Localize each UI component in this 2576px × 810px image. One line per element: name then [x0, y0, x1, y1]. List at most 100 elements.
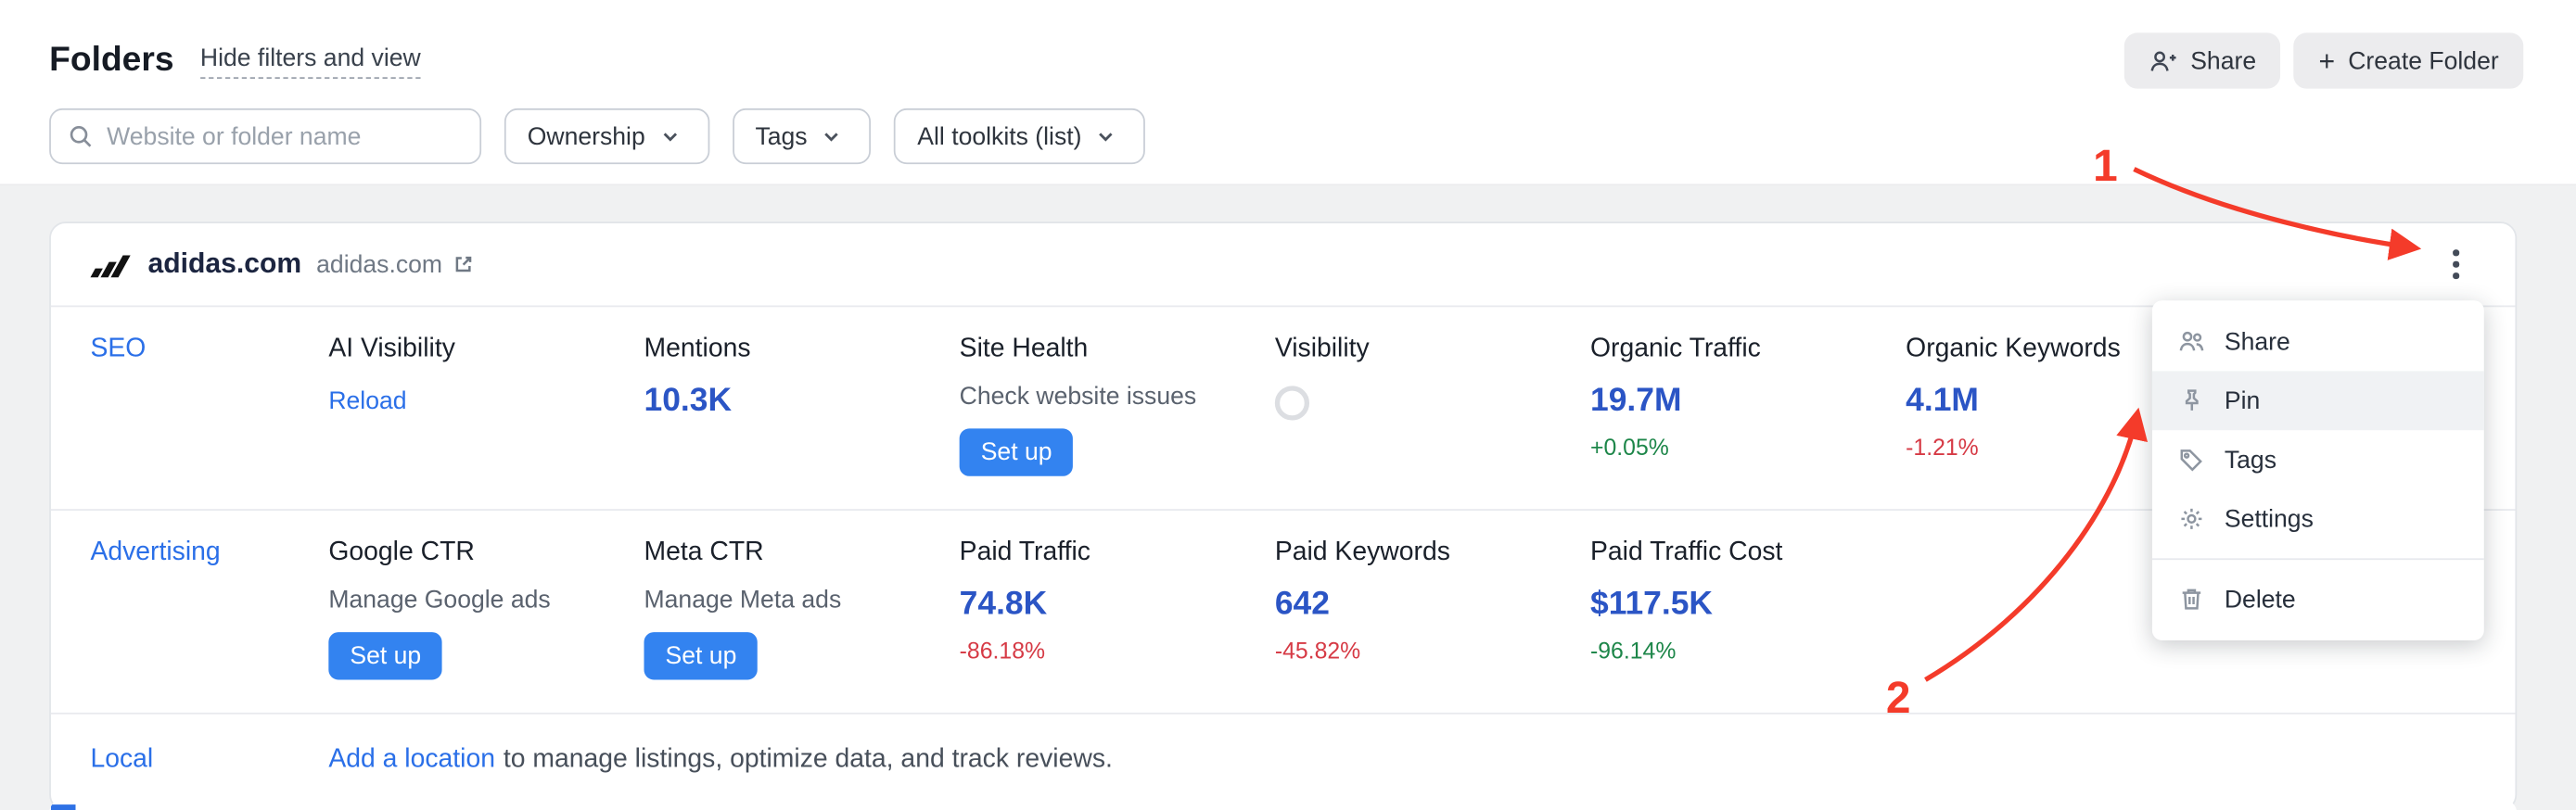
folders-page: Folders Hide filters and view Share +: [0, 0, 2576, 810]
paid-keywords-value[interactable]: 642: [1275, 585, 1330, 625]
create-folder-button[interactable]: + Create Folder: [2294, 32, 2523, 88]
menu-item-tags[interactable]: Tags: [2152, 430, 2484, 489]
metric-site-health: Site Health Check website issues Set up: [960, 334, 1275, 476]
paid-traffic-cost-value[interactable]: $117.5K: [1590, 585, 1713, 625]
share-button[interactable]: Share: [2124, 32, 2280, 88]
create-folder-label: Create Folder: [2348, 46, 2498, 74]
adidas-logo-icon: [90, 251, 131, 277]
hide-filters-link[interactable]: Hide filters and view: [200, 43, 421, 79]
metric-label: Visibility: [1275, 334, 1370, 366]
metric-paid-keywords: Paid Keywords 642 -45.82%: [1275, 537, 1590, 679]
organic-keywords-value[interactable]: 4.1M: [1906, 381, 1979, 421]
menu-item-settings[interactable]: Settings: [2152, 489, 2484, 549]
chevron-down-icon: [823, 126, 848, 146]
metric-label: Meta CTR: [644, 537, 763, 569]
folder-domain-link[interactable]: adidas.com: [316, 250, 478, 278]
metric-label: Site Health: [960, 334, 1089, 366]
metric-ai-visibility: AI Visibility Reload: [328, 334, 644, 476]
reload-link[interactable]: Reload: [328, 387, 406, 415]
organic-traffic-delta: +0.05%: [1590, 434, 1669, 462]
trash-icon: [2178, 586, 2204, 612]
next-folder-card-edge: [49, 800, 2517, 810]
share-button-label: Share: [2190, 46, 2256, 74]
menu-item-label: Delete: [2225, 586, 2296, 614]
metric-paid-traffic: Paid Traffic 74.8K -86.18%: [960, 537, 1275, 679]
mentions-value[interactable]: 10.3K: [644, 381, 732, 421]
folder-card: adidas.com adidas.com SEO: [49, 221, 2517, 810]
site-health-note: Check website issues: [960, 381, 1197, 412]
organic-traffic-value[interactable]: 19.7M: [1590, 381, 1681, 421]
person-plus-icon: [2149, 48, 2177, 73]
menu-item-share[interactable]: Share: [2152, 312, 2484, 372]
folder-context-menu: Share Pin Tags: [2152, 300, 2484, 640]
tags-filter[interactable]: Tags: [733, 108, 872, 164]
meta-ctr-note: Manage Meta ads: [644, 585, 841, 616]
local-description: Add a location to manage listings, optimi…: [328, 744, 2515, 777]
metric-label: Organic Traffic: [1590, 334, 1761, 366]
folder-name[interactable]: adidas.com: [147, 248, 301, 281]
annotation-step-2: 2: [1886, 677, 1911, 721]
topbar: Folders Hide filters and view Share +: [0, 0, 2576, 185]
google-ctr-note: Manage Google ads: [328, 585, 550, 616]
folder-domain-label: adidas.com: [316, 250, 442, 278]
metric-label: Paid Keywords: [1275, 537, 1450, 569]
metric-label: Paid Traffic: [960, 537, 1090, 569]
pin-icon: [2178, 387, 2204, 413]
metric-label: Paid Traffic Cost: [1590, 537, 1782, 569]
meta-ctr-setup-button[interactable]: Set up: [644, 632, 758, 679]
local-description-text: to manage listings, optimize data, and t…: [504, 745, 1113, 773]
metric-label: AI Visibility: [328, 334, 455, 366]
search-icon: [68, 123, 94, 149]
site-health-setup-button[interactable]: Set up: [960, 428, 1074, 475]
paid-keywords-delta: -45.82%: [1275, 637, 1360, 664]
menu-item-label: Settings: [2225, 505, 2314, 533]
menu-item-label: Pin: [2225, 386, 2260, 414]
google-ctr-setup-button[interactable]: Set up: [328, 632, 442, 679]
next-card-accent: [51, 804, 76, 810]
paid-traffic-cost-delta: -96.14%: [1590, 637, 1676, 664]
local-row: Local Add a location to manage listings, …: [51, 713, 2516, 810]
metric-label: Organic Keywords: [1906, 334, 2121, 366]
toolkits-filter[interactable]: All toolkits (list): [894, 108, 1145, 164]
tag-icon: [2178, 447, 2204, 473]
search-box[interactable]: [49, 108, 481, 164]
menu-item-delete[interactable]: Delete: [2152, 570, 2484, 629]
seo-row: SEO AI Visibility Reload Mentions 10.3K …: [51, 306, 2516, 510]
metric-google-ctr: Google CTR Manage Google ads Set up: [328, 537, 644, 679]
menu-item-label: Share: [2225, 327, 2290, 355]
chevron-down-icon: [660, 126, 686, 146]
menu-separator: [2152, 558, 2484, 560]
toolkits-filter-label: All toolkits (list): [917, 122, 1081, 150]
paid-traffic-delta: -86.18%: [960, 637, 1045, 664]
paid-traffic-value[interactable]: 74.8K: [960, 585, 1048, 625]
menu-item-pin[interactable]: Pin: [2152, 371, 2484, 430]
metric-visibility: Visibility: [1275, 334, 1590, 476]
visibility-donut-icon: [1275, 386, 1309, 420]
ownership-filter-label: Ownership: [528, 122, 645, 150]
share-users-icon: [2178, 328, 2204, 354]
kebab-menu-button[interactable]: [2436, 241, 2476, 287]
page-title: Folders: [49, 41, 173, 81]
tags-filter-label: Tags: [755, 122, 807, 150]
metric-label: Mentions: [644, 334, 750, 366]
folder-card-header: adidas.com adidas.com: [51, 223, 2516, 306]
annotation-step-1: 1: [2093, 145, 2118, 189]
metric-paid-traffic-cost: Paid Traffic Cost $117.5K -96.14%: [1590, 537, 1906, 679]
search-input[interactable]: [107, 122, 463, 150]
metric-meta-ctr: Meta CTR Manage Meta ads Set up: [644, 537, 959, 679]
kebab-icon: [2454, 250, 2459, 256]
metric-mentions: Mentions 10.3K: [644, 334, 959, 476]
organic-keywords-delta: -1.21%: [1906, 434, 1979, 462]
local-link[interactable]: Local: [90, 745, 153, 773]
external-link-icon: [453, 253, 478, 276]
advertising-link[interactable]: Advertising: [90, 537, 220, 569]
metric-label: Google CTR: [328, 537, 475, 569]
metric-organic-traffic: Organic Traffic 19.7M +0.05%: [1590, 334, 1906, 476]
add-location-link[interactable]: Add a location: [328, 745, 495, 773]
menu-item-label: Tags: [2225, 446, 2276, 474]
advertising-row: Advertising Google CTR Manage Google ads…: [51, 509, 2516, 713]
ownership-filter[interactable]: Ownership: [504, 108, 709, 164]
chevron-down-icon: [1096, 126, 1122, 146]
seo-link[interactable]: SEO: [90, 334, 146, 366]
gear-icon: [2178, 506, 2204, 532]
